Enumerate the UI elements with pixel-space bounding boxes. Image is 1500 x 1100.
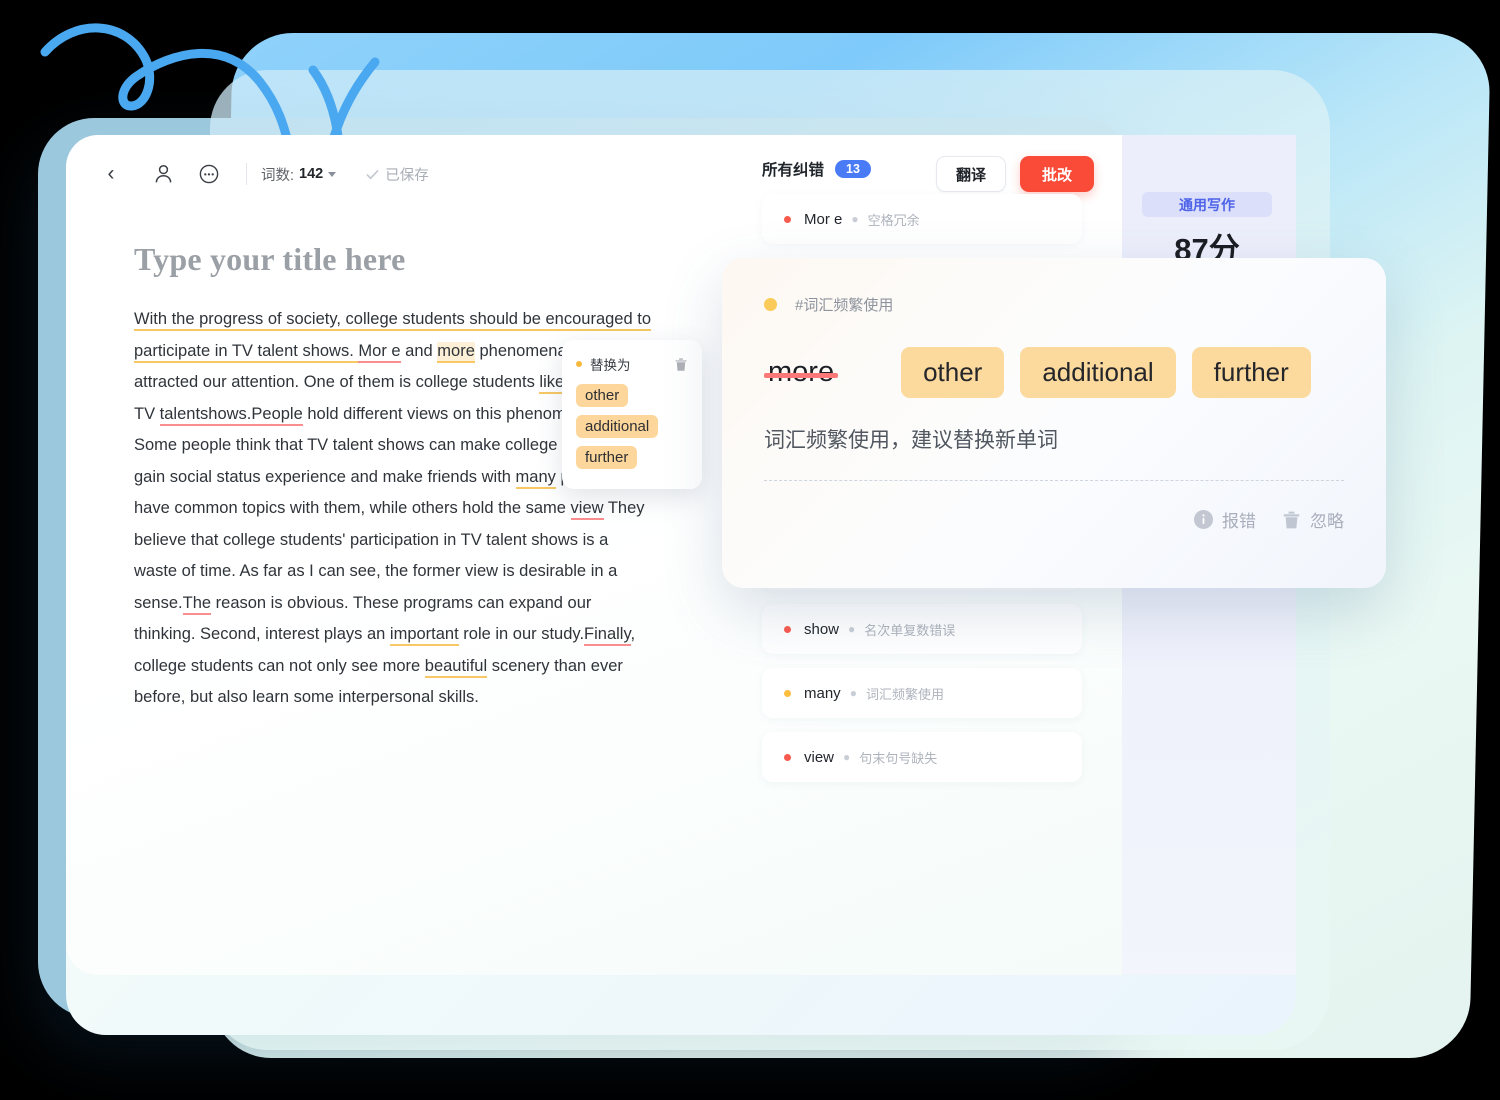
inline-popup-options: other additional further: [576, 384, 688, 477]
severity-dot-icon: [784, 753, 791, 761]
trash-icon[interactable]: [674, 357, 688, 372]
error-list-item[interactable]: Mor e ● 空格冗余: [762, 194, 1082, 244]
word-count-value: 142: [299, 166, 324, 182]
error-separator: ●: [849, 686, 857, 700]
app-root: 通用写作 87分 ‹ 词数: 142 已保存 翻译 批改 Type your t…: [0, 0, 1500, 1100]
errors-count-badge: 13: [835, 160, 871, 178]
more-dots-icon[interactable]: [192, 157, 226, 191]
document-marked-segment[interactable]: Mor e: [358, 341, 401, 363]
severity-dot-icon: [784, 689, 791, 697]
detail-divider: [764, 480, 1344, 481]
check-icon: [366, 169, 379, 179]
document-marked-segment[interactable]: talentshows.: [159, 404, 252, 426]
document-marked-segment[interactable]: like: [539, 373, 565, 394]
inline-popup-title-group: 替换为: [576, 354, 631, 374]
severity-dot-icon: [784, 625, 791, 633]
document-text-segment: role in our study.: [458, 625, 585, 643]
word-count-label: 词数:: [261, 167, 295, 184]
inline-replace-popup: 替换为 other additional further: [562, 340, 702, 489]
error-list-item[interactable]: show ● 名次单复数错误: [762, 604, 1082, 654]
errors-title: 所有纠错: [762, 162, 825, 179]
document-text-segment: and: [400, 341, 438, 360]
error-type: 句末句号缺失: [859, 750, 938, 766]
chevron-down-icon: [328, 171, 337, 177]
inline-option-0[interactable]: other: [576, 384, 629, 407]
error-type: 名次单复数错误: [864, 622, 956, 638]
score-category-tag: 通用写作: [1142, 192, 1272, 217]
chevron-left-icon[interactable]: ‹: [94, 157, 128, 191]
word-count-dropdown[interactable]: 词数: 142: [261, 164, 337, 185]
detail-description: 词汇频繁使用，建议替换新单词: [764, 429, 1058, 452]
document-marked-segment[interactable]: Finally: [584, 625, 631, 646]
user-icon[interactable]: [146, 157, 180, 191]
inline-popup-header: 替换为: [576, 354, 688, 374]
report-label: 报错: [1222, 512, 1256, 531]
suggestion-chip-1[interactable]: additional: [1020, 347, 1176, 398]
inline-option-1[interactable]: additional: [576, 415, 659, 438]
toolbar-divider: [246, 163, 247, 185]
document-marked-segment[interactable]: beautiful: [424, 656, 488, 678]
suggestion-detail-card: #词汇频繁使用 more other additional further 词汇…: [722, 258, 1386, 588]
report-button[interactable]: 报错: [1194, 507, 1256, 532]
info-icon: [1194, 510, 1213, 529]
error-type: 空格冗余: [867, 212, 920, 228]
errors-header: 所有纠错 13: [762, 158, 1082, 180]
error-separator: ●: [848, 622, 856, 636]
error-word: many: [804, 684, 841, 702]
detail-suggestion-row: more other additional further: [764, 347, 1344, 398]
document-marked-segment[interactable]: important: [389, 625, 459, 646]
inline-option-2[interactable]: further: [576, 446, 638, 469]
detail-actions: 报错 忽略: [764, 507, 1344, 532]
error-separator: ●: [851, 212, 859, 226]
document-marked-segment[interactable]: People: [251, 404, 303, 426]
saved-status: 已保存: [366, 164, 429, 185]
error-list-item[interactable]: many ● 词汇频繁使用: [762, 668, 1082, 718]
detail-tag-label: #词汇频繁使用: [795, 297, 894, 314]
ignore-button[interactable]: 忽略: [1282, 507, 1344, 532]
severity-dot-icon: [784, 215, 791, 223]
document-marked-segment[interactable]: more: [437, 341, 475, 363]
document-marked-segment[interactable]: view: [570, 499, 604, 520]
error-list-item[interactable]: view ● 句末句号缺失: [762, 732, 1082, 782]
error-type: 词汇频繁使用: [865, 686, 944, 702]
error-word: view: [804, 748, 835, 766]
trash-icon: [1283, 511, 1300, 528]
error-word: Mor e: [804, 210, 843, 228]
error-word: show: [804, 620, 840, 638]
original-word: more: [764, 356, 839, 389]
inline-popup-title: 替换为: [590, 358, 631, 373]
detail-tag-row: #词汇频繁使用: [764, 294, 1344, 315]
ignore-label: 忽略: [1310, 512, 1344, 531]
document-marked-segment[interactable]: many: [515, 467, 556, 489]
severity-dot-icon: [576, 361, 582, 367]
suggestion-chip-0[interactable]: other: [901, 347, 1005, 398]
error-separator: ●: [843, 750, 851, 764]
document-marked-segment[interactable]: The: [182, 593, 212, 615]
saved-label: 已保存: [385, 167, 429, 184]
severity-dot-icon: [764, 298, 777, 311]
suggestion-chip-2[interactable]: further: [1191, 347, 1311, 398]
